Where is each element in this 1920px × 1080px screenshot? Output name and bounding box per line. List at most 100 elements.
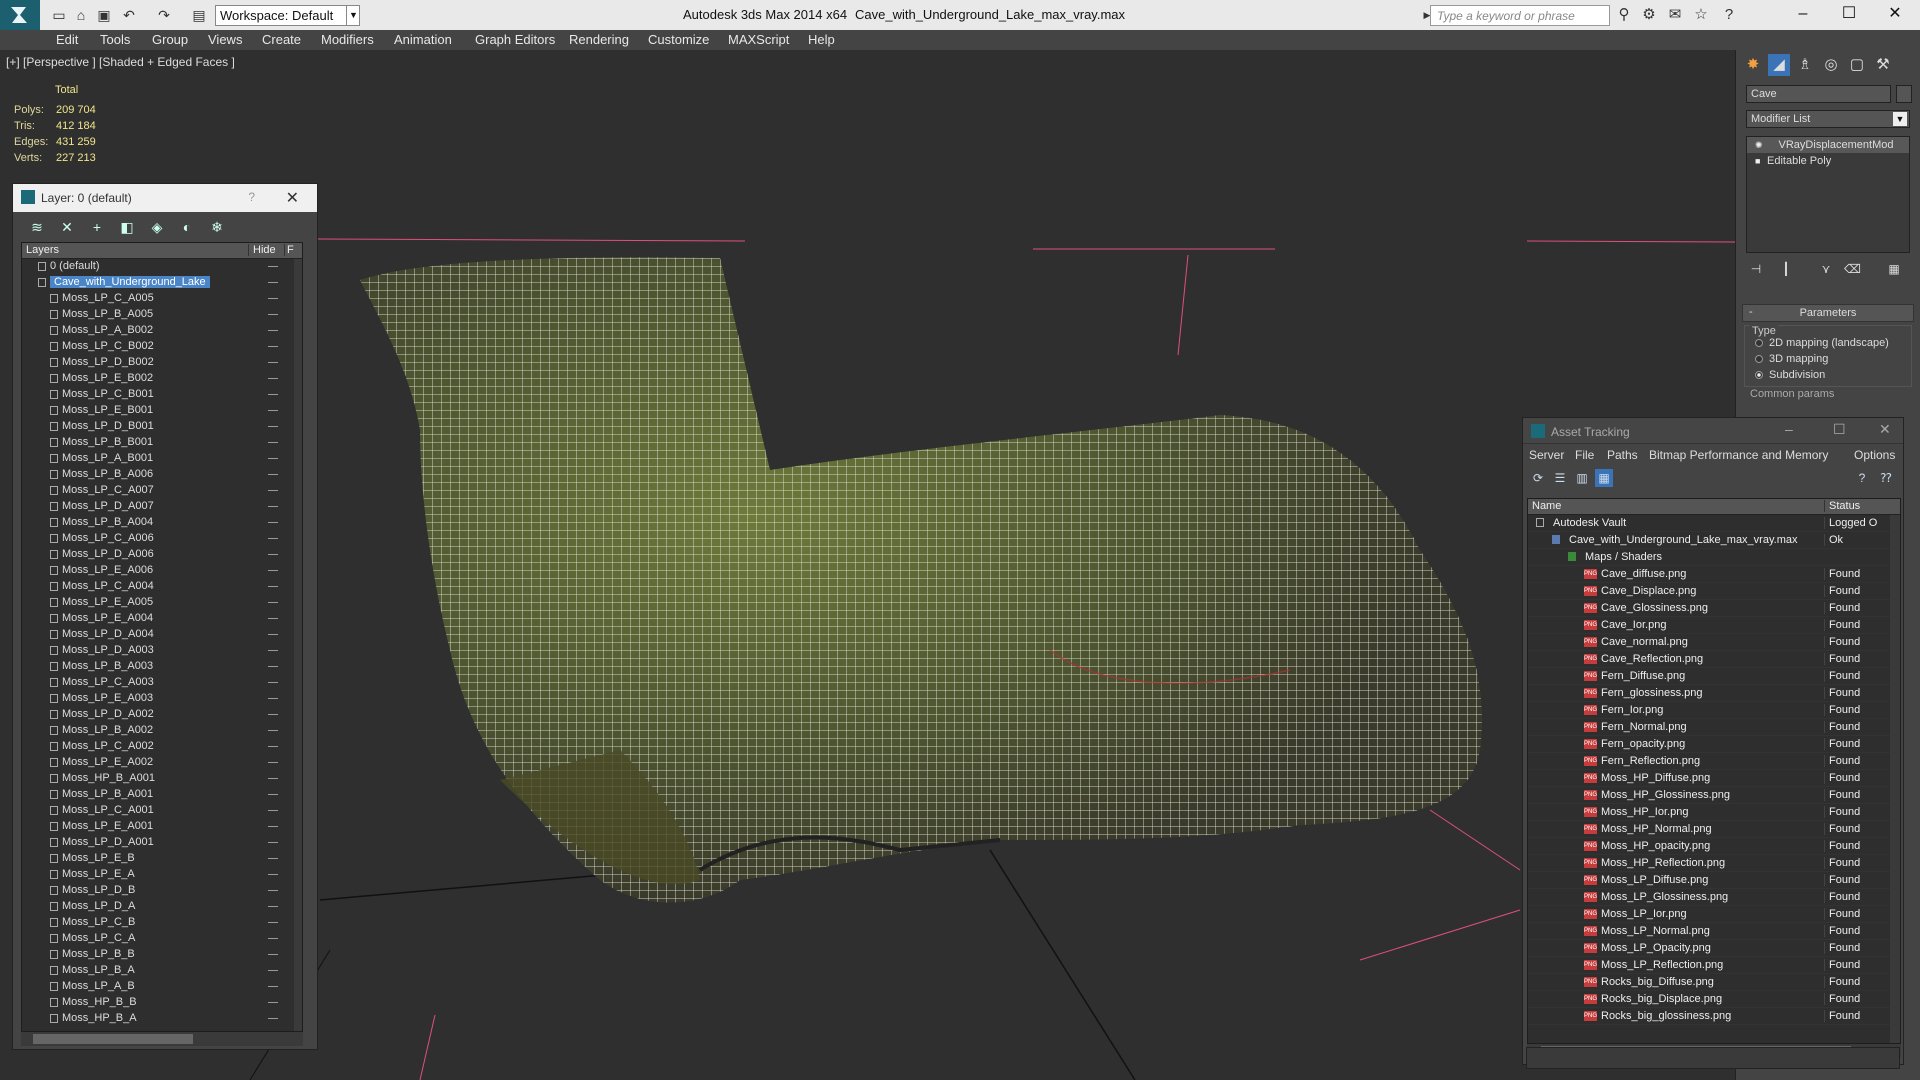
radio-2d-mapping[interactable]: 2D mapping (landscape)	[1755, 337, 1889, 349]
layer-row[interactable]: Moss_LP_A_B002	[22, 323, 302, 339]
layer-row[interactable]: Moss_LP_D_A003	[22, 643, 302, 659]
layer-panel-titlebar[interactable]: Layer: 0 (default) ? ✕	[13, 184, 317, 212]
asset-menu-server[interactable]: Server	[1529, 448, 1564, 462]
modifier-stack[interactable]: ✺ VRayDisplacementMod ■ Editable Poly	[1746, 136, 1910, 253]
col-name[interactable]: Name	[1532, 500, 1561, 512]
layer-row[interactable]: Moss_LP_C_A004	[22, 579, 302, 595]
layer-row[interactable]: Moss_LP_B_A005	[22, 307, 302, 323]
menu-edit[interactable]: Edit	[56, 32, 78, 47]
menu-tools[interactable]: Tools	[100, 32, 130, 47]
asset-row[interactable]: Maps / Shaders	[1528, 549, 1900, 566]
remove-modifier-icon[interactable]: ⌫	[1844, 262, 1861, 278]
layer-row[interactable]: Moss_LP_B_A002	[22, 723, 302, 739]
help-icon[interactable]: ?	[1853, 469, 1871, 487]
menu-modifiers[interactable]: Modifiers	[321, 32, 374, 47]
show-end-result-icon[interactable]: ┃	[1778, 262, 1794, 278]
menu-customize[interactable]: Customize	[648, 32, 709, 47]
motion-tab-icon[interactable]: ◎	[1820, 54, 1842, 76]
pin-stack-icon[interactable]: ⊣	[1748, 262, 1764, 278]
asset-menu-options[interactable]: Options	[1854, 448, 1895, 462]
hide-toggle[interactable]	[268, 362, 278, 363]
modify-tab-icon[interactable]: ◢	[1768, 54, 1790, 76]
subscription-icon[interactable]: ⚙	[1640, 6, 1658, 24]
new-layer-icon[interactable]: ≋	[27, 218, 47, 236]
asset-row[interactable]: PNG Cave_Displace.png Found	[1528, 583, 1900, 600]
asset-row[interactable]: PNG Rocks_big_Displace.png Found	[1528, 991, 1900, 1008]
hide-toggle[interactable]	[268, 730, 278, 731]
parameters-rollout[interactable]: - Parameters	[1742, 304, 1914, 322]
asset-row[interactable]: PNG Cave_Reflection.png Found	[1528, 651, 1900, 668]
asset-row[interactable]: Cave_with_Underground_Lake_max_vray.max O…	[1528, 532, 1900, 549]
asset-row[interactable]: PNG Rocks_big_glossiness.png Found	[1528, 1008, 1900, 1025]
asset-list[interactable]: Name Status Autodesk Vault Logged O Cave_w…	[1527, 498, 1901, 1044]
layer-row[interactable]: Moss_LP_B_A003	[22, 659, 302, 675]
workspace-dropdown[interactable]: Workspace: Default	[215, 5, 360, 26]
layer-row[interactable]: Moss_HP_B_A001	[22, 771, 302, 787]
utilities-tab-icon[interactable]: ⚒	[1872, 54, 1894, 76]
hide-toggle[interactable]	[268, 682, 278, 683]
select-in-layer-icon[interactable]: ◧	[117, 218, 137, 236]
layer-row[interactable]: Moss_LP_E_A003	[22, 691, 302, 707]
layer-vertical-scrollbar[interactable]	[294, 259, 302, 1031]
layer-row[interactable]: Moss_LP_C_B	[22, 915, 302, 931]
layer-row[interactable]: Moss_LP_C_B001	[22, 387, 302, 403]
close-icon[interactable]: ✕	[1879, 421, 1891, 438]
hide-toggle[interactable]	[268, 506, 278, 507]
redo-icon[interactable]: ↷	[155, 6, 173, 24]
menu-animation[interactable]: Animation	[394, 32, 452, 47]
asset-row[interactable]: PNG Moss_LP_Glossiness.png Found	[1528, 889, 1900, 906]
app-logo-icon[interactable]	[0, 0, 40, 30]
undo-icon[interactable]: ↶	[120, 6, 138, 24]
layer-row[interactable]: Cave_with_Underground_Lake	[22, 275, 302, 291]
scroll-thumb[interactable]	[33, 1034, 193, 1044]
layer-row[interactable]: Moss_LP_A_B	[22, 979, 302, 995]
object-color-swatch[interactable]	[1896, 85, 1912, 103]
asset-menu-bitmap[interactable]: Bitmap Performance and Memory	[1649, 448, 1828, 462]
stack-item-vray-displacement[interactable]: ✺ VRayDisplacementMod	[1747, 137, 1909, 153]
layer-row[interactable]: Moss_LP_C_A003	[22, 675, 302, 691]
layer-row[interactable]: 0 (default)	[22, 259, 302, 275]
col-hide[interactable]: Hide	[248, 244, 276, 256]
layer-row[interactable]: Moss_LP_C_A006	[22, 531, 302, 547]
tree-view-icon[interactable]: ▥	[1573, 469, 1591, 487]
layer-row[interactable]: Moss_LP_B_A004	[22, 515, 302, 531]
hide-toggle[interactable]	[268, 1018, 278, 1019]
layer-row[interactable]: Moss_LP_D_A002	[22, 707, 302, 723]
close-icon[interactable]: ✕	[1872, 0, 1918, 30]
chevron-down-icon[interactable]: ▼	[346, 5, 360, 26]
asset-row[interactable]: PNG Fern_opacity.png Found	[1528, 736, 1900, 753]
new-file-icon[interactable]: ▭	[50, 6, 68, 24]
communication-icon[interactable]: ✉	[1666, 6, 1684, 24]
create-tab-icon[interactable]: ✸	[1742, 54, 1764, 76]
layer-row[interactable]: Moss_LP_E_A005	[22, 595, 302, 611]
hide-toggle[interactable]	[268, 890, 278, 891]
asset-menu-file[interactable]: File	[1575, 448, 1594, 462]
hierarchy-tab-icon[interactable]: ♗	[1794, 54, 1816, 76]
layer-row[interactable]: Moss_LP_D_A007	[22, 499, 302, 515]
hide-toggle[interactable]	[268, 570, 278, 571]
asset-row[interactable]: PNG Fern_Diffuse.png Found	[1528, 668, 1900, 685]
layer-row[interactable]: Moss_LP_D_B002	[22, 355, 302, 371]
layer-row[interactable]: Moss_LP_E_B002	[22, 371, 302, 387]
radio-subdivision[interactable]: Subdivision	[1755, 369, 1825, 381]
layer-row[interactable]: Moss_LP_E_B	[22, 851, 302, 867]
radio-dot[interactable]	[1755, 355, 1763, 363]
close-icon[interactable]: ✕	[286, 188, 299, 208]
hide-all-icon[interactable]: ◐	[177, 218, 197, 236]
highlight-layer-icon[interactable]: ◈	[147, 218, 167, 236]
hide-toggle[interactable]	[268, 778, 278, 779]
layer-row[interactable]: Moss_LP_B_B001	[22, 435, 302, 451]
layer-row[interactable]: Moss_LP_D_A001	[22, 835, 302, 851]
hide-toggle[interactable]	[268, 346, 278, 347]
layer-row[interactable]: Moss_LP_E_A004	[22, 611, 302, 627]
hide-toggle[interactable]	[268, 410, 278, 411]
modifier-list-dropdown[interactable]: Modifier List ▼	[1746, 110, 1910, 128]
layer-row[interactable]: Moss_LP_B_A	[22, 963, 302, 979]
hide-toggle[interactable]	[268, 746, 278, 747]
layer-row[interactable]: Moss_LP_D_A004	[22, 627, 302, 643]
layer-row[interactable]: Moss_LP_B_B	[22, 947, 302, 963]
asset-row[interactable]: PNG Cave_Glossiness.png Found	[1528, 600, 1900, 617]
hide-toggle[interactable]	[268, 330, 278, 331]
menu-graph-editors[interactable]: Graph Editors	[475, 32, 555, 47]
asset-path-field[interactable]	[1526, 1047, 1900, 1069]
